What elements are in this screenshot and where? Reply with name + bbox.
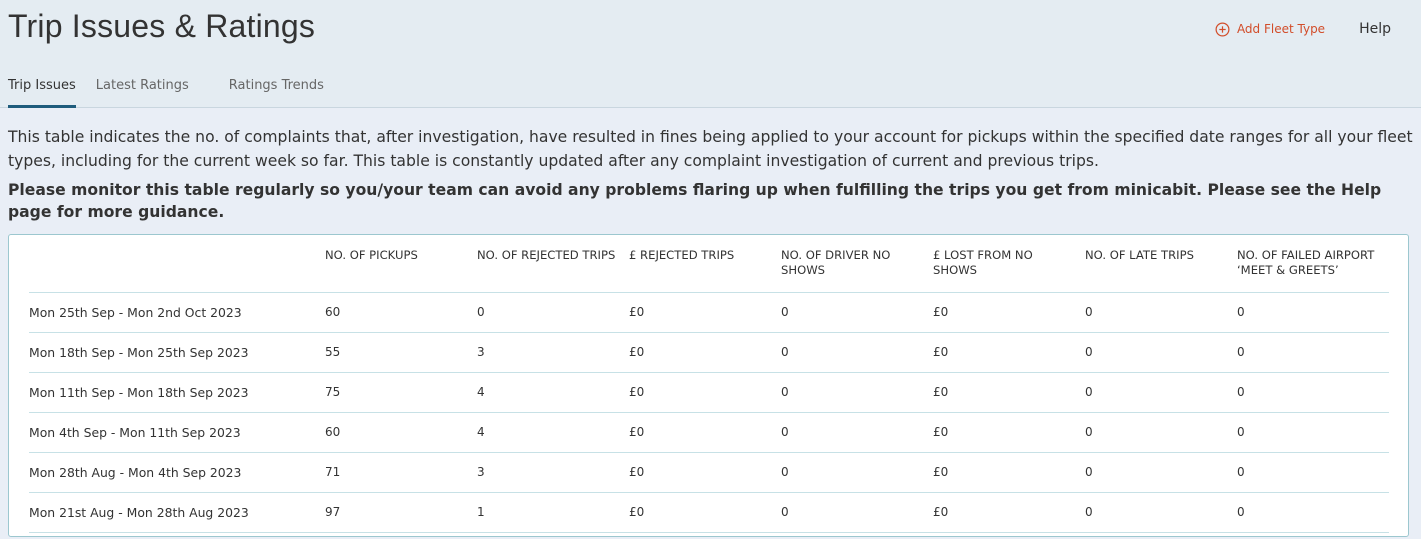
- cell-late-trips: 0: [1085, 412, 1237, 453]
- column-header-driver-no-shows: NO. OF DRIVER NO SHOWS: [781, 245, 933, 293]
- column-header-rejected-trips: NO. OF REJECTED TRIPS: [477, 245, 629, 293]
- table-row: Mon 21st Aug - Mon 28th Aug 2023 97 1 £0…: [29, 492, 1389, 533]
- cell-failed-meet-greets: 0: [1237, 292, 1389, 333]
- tab-trip-issues[interactable]: Trip Issues: [8, 78, 76, 108]
- cell-pickups: 60: [325, 412, 477, 453]
- cell-rejected-trips: 3: [477, 332, 629, 373]
- add-fleet-type-label: Add Fleet Type: [1236, 22, 1326, 36]
- cell-driver-no-shows: 0: [781, 412, 933, 453]
- cell-driver-no-shows: 0: [781, 292, 933, 333]
- cell-pickups: 55: [325, 332, 477, 373]
- cell-period: Mon 11th Sep - Mon 18th Sep 2023: [29, 372, 325, 413]
- cell-rejected-trips: 3: [477, 452, 629, 493]
- tab-bar: Trip Issues Latest Ratings Ratings Trend…: [8, 78, 324, 108]
- cell-pickups: 71: [325, 452, 477, 493]
- cell-driver-no-shows: 0: [781, 332, 933, 373]
- cell-period: Mon 4th Sep - Mon 11th Sep 2023: [29, 412, 325, 453]
- page-header: Trip Issues & Ratings Add Fleet Type Hel…: [0, 0, 1421, 108]
- column-header-pickups: NO. OF PICKUPS: [325, 245, 477, 293]
- cell-driver-no-shows: 0: [781, 452, 933, 493]
- cell-lost-no-shows: £0: [933, 292, 1085, 333]
- cell-failed-meet-greets: 0: [1237, 412, 1389, 453]
- cell-period: Mon 25th Sep - Mon 2nd Oct 2023: [29, 292, 325, 333]
- table-row: Mon 18th Sep - Mon 25th Sep 2023 55 3 £0…: [29, 332, 1389, 373]
- tab-ratings-trends[interactable]: Ratings Trends: [229, 78, 324, 108]
- cell-driver-no-shows: 0: [781, 372, 933, 413]
- cell-lost-no-shows: £0: [933, 452, 1085, 493]
- cell-rejected-trips: 0: [477, 292, 629, 333]
- page-title: Trip Issues & Ratings: [8, 8, 316, 44]
- cell-pickups: 75: [325, 372, 477, 413]
- cell-failed-meet-greets: 0: [1237, 332, 1389, 373]
- table-row: Mon 4th Sep - Mon 11th Sep 2023 60 4 £0 …: [29, 412, 1389, 453]
- cell-rejected-value: £0: [629, 372, 781, 413]
- cell-pickups: 60: [325, 292, 477, 333]
- plus-circle-icon: [1215, 22, 1230, 37]
- cell-rejected-trips: 4: [477, 372, 629, 413]
- column-header-period: [29, 245, 325, 293]
- table-row: Mon 11th Sep - Mon 18th Sep 2023 75 4 £0…: [29, 372, 1389, 413]
- cell-rejected-value: £0: [629, 492, 781, 533]
- cell-period: Mon 28th Aug - Mon 4th Sep 2023: [29, 452, 325, 493]
- column-header-late-trips: NO. OF LATE TRIPS: [1085, 245, 1237, 293]
- table-header-row: NO. OF PICKUPS NO. OF REJECTED TRIPS £ R…: [29, 245, 1389, 293]
- cell-failed-meet-greets: 0: [1237, 452, 1389, 493]
- cell-rejected-value: £0: [629, 412, 781, 453]
- cell-late-trips: 0: [1085, 332, 1237, 373]
- main-content: This table indicates the no. of complain…: [0, 108, 1421, 537]
- help-link[interactable]: Help: [1359, 21, 1391, 37]
- add-fleet-type-button[interactable]: Add Fleet Type: [1215, 22, 1325, 37]
- cell-late-trips: 0: [1085, 292, 1237, 333]
- cell-late-trips: 0: [1085, 492, 1237, 533]
- column-header-failed-meet-greets: NO. OF FAILED AIRPORT ‘MEET & GREETS’: [1237, 245, 1389, 293]
- cell-lost-no-shows: £0: [933, 412, 1085, 453]
- cell-pickups: 97: [325, 492, 477, 533]
- header-actions: Add Fleet Type Help: [1215, 21, 1391, 37]
- cell-late-trips: 0: [1085, 452, 1237, 493]
- cell-failed-meet-greets: 0: [1237, 372, 1389, 413]
- trip-issues-table: NO. OF PICKUPS NO. OF REJECTED TRIPS £ R…: [29, 245, 1389, 533]
- guidance-note: Please monitor this table regularly so y…: [8, 181, 1382, 221]
- cell-lost-no-shows: £0: [933, 492, 1085, 533]
- cell-rejected-value: £0: [629, 332, 781, 373]
- cell-lost-no-shows: £0: [933, 372, 1085, 413]
- cell-rejected-trips: 1: [477, 492, 629, 533]
- table-row: Mon 25th Sep - Mon 2nd Oct 2023 60 0 £0 …: [29, 292, 1389, 333]
- column-header-lost-no-shows: £ LOST FROM NO SHOWS: [933, 245, 1085, 293]
- trip-issues-table-card: NO. OF PICKUPS NO. OF REJECTED TRIPS £ R…: [8, 234, 1409, 537]
- column-header-rejected-value: £ REJECTED TRIPS: [629, 245, 781, 293]
- cell-period: Mon 18th Sep - Mon 25th Sep 2023: [29, 332, 325, 373]
- cell-failed-meet-greets: 0: [1237, 492, 1389, 533]
- tab-latest-ratings[interactable]: Latest Ratings: [96, 78, 189, 108]
- table-row: Mon 28th Aug - Mon 4th Sep 2023 71 3 £0 …: [29, 452, 1389, 493]
- cell-late-trips: 0: [1085, 372, 1237, 413]
- cell-rejected-value: £0: [629, 292, 781, 333]
- cell-rejected-value: £0: [629, 452, 781, 493]
- description-text: This table indicates the no. of complain…: [8, 128, 1413, 170]
- cell-driver-no-shows: 0: [781, 492, 933, 533]
- cell-lost-no-shows: £0: [933, 332, 1085, 373]
- cell-period: Mon 21st Aug - Mon 28th Aug 2023: [29, 492, 325, 533]
- cell-rejected-trips: 4: [477, 412, 629, 453]
